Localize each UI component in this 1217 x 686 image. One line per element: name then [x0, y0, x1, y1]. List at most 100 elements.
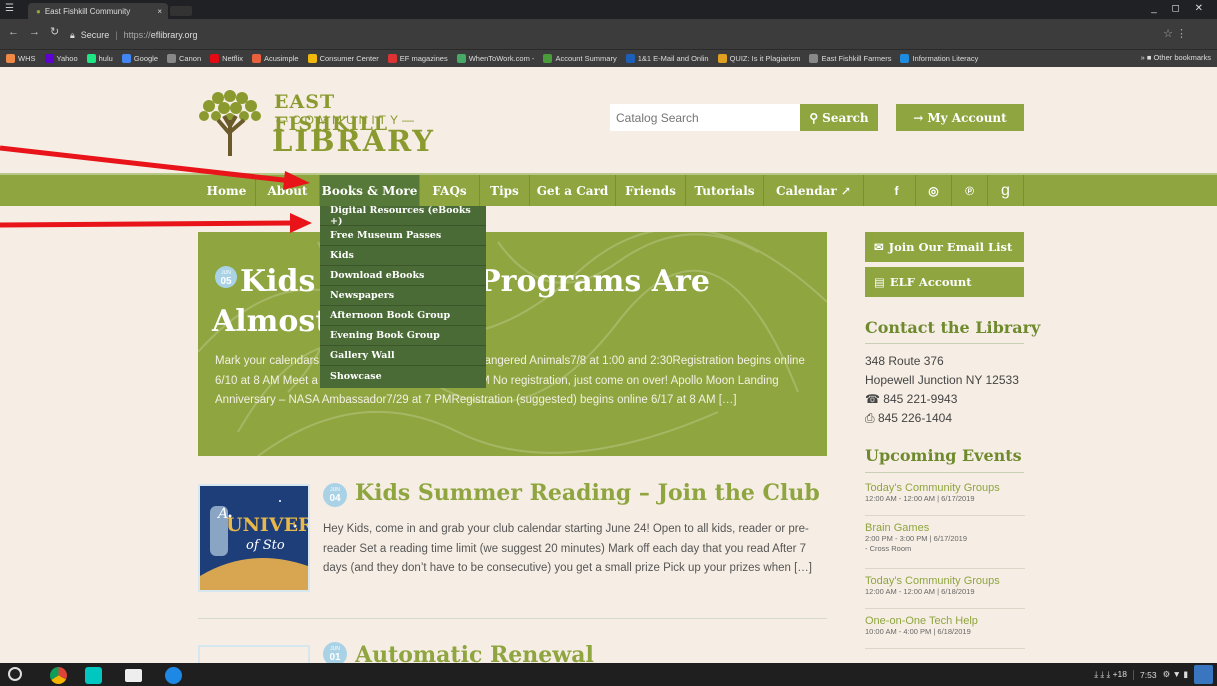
nav-tutorials[interactable]: Tutorials [686, 175, 764, 206]
pinterest-icon[interactable]: ℗ [952, 175, 988, 206]
forward-icon[interactable]: → [29, 26, 50, 38]
user-avatar[interactable] [1194, 665, 1213, 684]
search-button[interactable]: ⚲ Search [800, 104, 878, 131]
browser-nav-buttons[interactable]: ←→↻ [8, 25, 69, 38]
search-button-label: Search [822, 110, 869, 125]
bookmark-favicon-icon [210, 54, 220, 63]
omnibox[interactable]: 🔒︎ Secure | https://eflibrary.org [70, 27, 1200, 43]
join-email-list-button[interactable]: ✉ Join Our Email List [865, 232, 1024, 262]
bookmark-item[interactable]: QUIZ: Is it Plagiarism [717, 54, 800, 63]
bookmark-favicon-icon [717, 54, 727, 63]
bookmark-favicon-icon [625, 54, 635, 63]
back-icon[interactable]: ← [8, 26, 29, 38]
nav-get-a-card[interactable]: Get a Card [530, 175, 616, 206]
post-title[interactable]: Kids Summer Reading – Join the Club [355, 480, 820, 506]
menu-item-kids[interactable]: Kids [320, 246, 486, 266]
goodreads-icon[interactable]: g [988, 175, 1024, 206]
post-date-badge: JUN 04 [323, 483, 347, 507]
files-icon[interactable] [165, 667, 182, 684]
chrome-icon[interactable] [50, 667, 67, 684]
catalog-search-input[interactable] [610, 104, 800, 131]
system-tray[interactable]: ⤓ ⤓ ⤓ +18 7:53 ⚙ ▼ ▮ [1094, 663, 1213, 686]
bookmark-item[interactable]: Canon [167, 54, 201, 63]
hero-title[interactable]: Kids Summer Programs Are Almost Here! [212, 262, 822, 342]
event-item[interactable]: Today's Community Groups 12:00 AM - 12:0… [865, 575, 1025, 609]
phone-line[interactable]: ☎ 845 221-9943 [865, 390, 1040, 409]
nav-about[interactable]: About [256, 175, 320, 206]
tab-search-icon[interactable]: ☰ [5, 3, 14, 14]
bookmark-label: hulu [98, 54, 113, 63]
menu-item-afternoon-book-group[interactable]: Afternoon Book Group [320, 306, 486, 326]
bookmark-item[interactable]: WHS [6, 54, 36, 63]
image-text-2: of Sto [246, 538, 285, 553]
event-item[interactable]: One-on-One Tech Help 10:00 AM - 4:00 PM … [865, 615, 1025, 649]
bookmark-item[interactable]: Information Literacy [900, 54, 978, 63]
gmail-icon[interactable] [125, 669, 142, 682]
bookmark-item[interactable]: Account Summary [543, 54, 617, 63]
secure-label: Secure [80, 30, 110, 40]
menu-item-museum-passes[interactable]: Free Museum Passes [320, 226, 486, 246]
bookmark-label: Netflix [222, 54, 243, 63]
bookmark-star-icon[interactable]: ☆ ⋮ [1163, 27, 1187, 40]
bookmark-item[interactable]: Yahoo [44, 54, 78, 63]
bookmark-item[interactable]: Acusimple [251, 54, 299, 63]
event-title: One-on-One Tech Help [865, 615, 978, 627]
menu-item-download-ebooks[interactable]: Download eBooks [320, 266, 486, 286]
menu-item-gallery-wall[interactable]: Gallery Wall [320, 346, 486, 366]
post-thumbnail[interactable] [198, 645, 310, 665]
bookmark-item[interactable]: hulu [86, 54, 113, 63]
menu-item-digital-resources[interactable]: Digital Resources (eBooks +) [320, 205, 486, 227]
address-line-1: 348 Route 376 [865, 354, 944, 368]
elf-account-button[interactable]: ▤ ELF Account [865, 267, 1024, 297]
bookmark-label: Information Literacy [912, 54, 979, 63]
facebook-icon[interactable]: f [878, 175, 916, 206]
window-controls[interactable]: _ ◻ ✕ [1151, 3, 1209, 14]
fax-number: 845 226-1404 [877, 411, 953, 425]
bookmark-item[interactable]: Netflix [210, 54, 243, 63]
logo-line-3: LIBRARY [272, 124, 435, 158]
bookmark-favicon-icon [387, 54, 397, 63]
envelope-icon: ✉ [874, 240, 884, 254]
bookmark-label: Acusimple [263, 54, 299, 63]
bookmark-item[interactable]: Google [121, 54, 158, 63]
bookmark-label: Yahoo [56, 54, 78, 63]
browser-tab[interactable]: ● East Fishkill Community × [28, 3, 168, 19]
bookmark-item[interactable]: Consumer Center [307, 54, 379, 63]
instagram-icon[interactable]: ◎ [916, 175, 952, 206]
event-detail: 12:00 AM - 12:00 AM | 6/18/2019 [865, 587, 975, 596]
new-tab-button[interactable] [170, 6, 192, 16]
event-item[interactable]: Today's Community Groups 12:00 AM - 12:0… [865, 482, 1025, 516]
tab-close-icon[interactable]: × [157, 7, 162, 16]
my-account-button[interactable]: → My Account [896, 104, 1024, 131]
bookmark-item[interactable]: 1&1 E-Mail and Onlin [625, 54, 709, 63]
nav-friends[interactable]: Friends [616, 175, 686, 206]
arrow-right-icon: → [913, 110, 924, 125]
nav-faqs[interactable]: FAQs [420, 175, 480, 206]
reload-icon[interactable]: ↻ [50, 26, 69, 38]
library-logo[interactable]: EAST FISHKILL —COMMUNITY— LIBRARY [196, 82, 433, 158]
bookmark-favicon-icon [251, 54, 261, 63]
bookmark-label: WHS [18, 54, 36, 63]
launcher-icon[interactable] [8, 667, 22, 681]
bookmark-item[interactable]: EF magazines [387, 54, 448, 63]
menu-item-showcase[interactable]: Showcase [320, 366, 486, 386]
bookmark-favicon-icon [543, 54, 553, 63]
bookmark-item[interactable]: East Fishkill Farmers [809, 54, 891, 63]
nav-tips[interactable]: Tips [480, 175, 530, 206]
bookmark-favicon-icon [167, 54, 177, 63]
arrow-head-2 [290, 213, 312, 233]
post-thumbnail[interactable]: UNIVERSE of Sto A [198, 484, 310, 592]
tree-logo-icon [199, 90, 261, 156]
menu-item-evening-book-group[interactable]: Evening Book Group [320, 326, 486, 346]
post-title[interactable]: Automatic Renewal [355, 642, 594, 664]
nav-home[interactable]: Home [198, 175, 256, 206]
menu-item-newspapers[interactable]: Newspapers [320, 286, 486, 306]
nav-books-more[interactable]: Books & More [320, 175, 420, 206]
bookmark-item[interactable]: WhenToWork.com - [456, 54, 534, 63]
other-bookmarks[interactable]: » ■ Other bookmarks [1141, 53, 1211, 62]
nav-calendar[interactable]: Calendar ↗ [764, 175, 864, 206]
event-item[interactable]: Brain Games 2:00 PM - 3:00 PM | 6/17/201… [865, 522, 1025, 569]
contact-divider [865, 343, 1024, 344]
phone-number: 845 221-9943 [883, 392, 958, 406]
play-store-icon[interactable] [85, 667, 102, 684]
